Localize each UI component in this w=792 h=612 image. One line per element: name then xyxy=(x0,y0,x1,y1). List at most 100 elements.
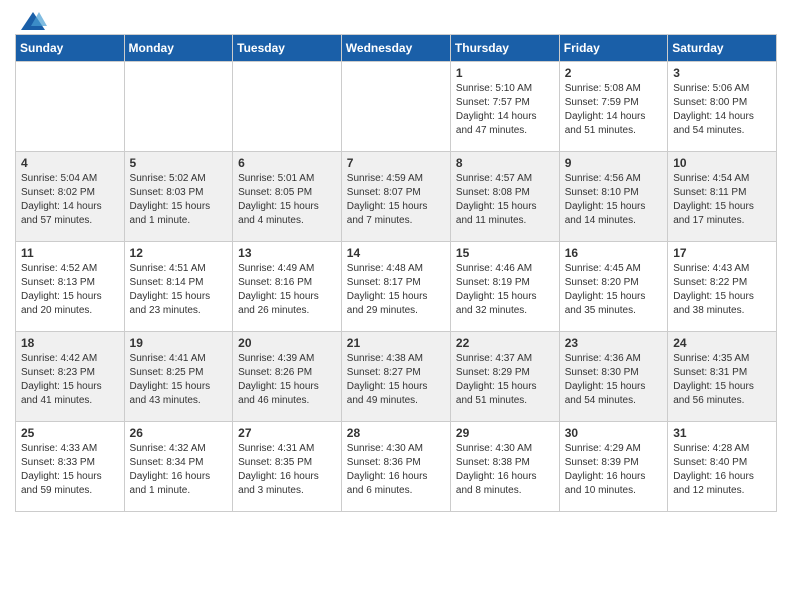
calendar-cell: 3 Sunrise: 5:06 AM Sunset: 8:00 PM Daylig… xyxy=(668,62,777,152)
cell-info: Sunrise: 4:28 AM Sunset: 8:40 PM Dayligh… xyxy=(673,442,771,498)
weekday-header-monday: Monday xyxy=(124,35,233,62)
cell-day-number: 27 xyxy=(238,426,336,440)
calendar-cell xyxy=(233,62,342,152)
cell-day-number: 18 xyxy=(21,336,119,350)
cell-info: Sunrise: 4:52 AM Sunset: 8:13 PM Dayligh… xyxy=(21,262,119,318)
cell-day-number: 10 xyxy=(673,156,771,170)
calendar-table: SundayMondayTuesdayWednesdayThursdayFrid… xyxy=(15,34,777,512)
calendar-cell: 22 Sunrise: 4:37 AM Sunset: 8:29 PM Dayli… xyxy=(450,332,559,422)
cell-info: Sunrise: 4:41 AM Sunset: 8:25 PM Dayligh… xyxy=(130,352,228,408)
calendar-cell: 24Sunrise: 4:35 AM Sunset: 8:31 PM Dayli… xyxy=(668,332,777,422)
cell-info: Sunrise: 5:08 AM Sunset: 7:59 PM Dayligh… xyxy=(565,82,662,138)
calendar-cell: 18Sunrise: 4:42 AM Sunset: 8:23 PM Dayli… xyxy=(16,332,125,422)
cell-day-number: 23 xyxy=(565,336,662,350)
cell-day-number: 5 xyxy=(130,156,228,170)
calendar-cell: 29 Sunrise: 4:30 AM Sunset: 8:38 PM Dayli… xyxy=(450,422,559,512)
cell-day-number: 21 xyxy=(347,336,445,350)
calendar-cell: 16 Sunrise: 4:45 AM Sunset: 8:20 PM Dayli… xyxy=(559,242,667,332)
calendar-cell: 7 Sunrise: 4:59 AM Sunset: 8:07 PM Daylig… xyxy=(341,152,450,242)
calendar-cell: 23 Sunrise: 4:36 AM Sunset: 8:30 PM Dayli… xyxy=(559,332,667,422)
weekday-header-wednesday: Wednesday xyxy=(341,35,450,62)
calendar-cell: 10 Sunrise: 4:54 AM Sunset: 8:11 PM Dayli… xyxy=(668,152,777,242)
calendar-cell xyxy=(16,62,125,152)
calendar-cell xyxy=(124,62,233,152)
cell-day-number: 29 xyxy=(456,426,554,440)
cell-info: Sunrise: 4:37 AM Sunset: 8:29 PM Dayligh… xyxy=(456,352,554,408)
cell-info: Sunrise: 4:48 AM Sunset: 8:17 PM Dayligh… xyxy=(347,262,445,318)
cell-day-number: 4 xyxy=(21,156,119,170)
cell-day-number: 6 xyxy=(238,156,336,170)
cell-day-number: 8 xyxy=(456,156,554,170)
cell-info: Sunrise: 4:35 AM Sunset: 8:31 PM Dayligh… xyxy=(673,352,771,408)
calendar-cell: 21Sunrise: 4:38 AM Sunset: 8:27 PM Dayli… xyxy=(341,332,450,422)
calendar-cell: 2Sunrise: 5:08 AM Sunset: 7:59 PM Daylig… xyxy=(559,62,667,152)
calendar-cell: 26 Sunrise: 4:32 AM Sunset: 8:34 PM Dayli… xyxy=(124,422,233,512)
cell-info: Sunrise: 5:02 AM Sunset: 8:03 PM Dayligh… xyxy=(130,172,228,228)
calendar-cell: 28 Sunrise: 4:30 AM Sunset: 8:36 PM Dayli… xyxy=(341,422,450,512)
calendar-cell: 27Sunrise: 4:31 AM Sunset: 8:35 PM Dayli… xyxy=(233,422,342,512)
cell-day-number: 28 xyxy=(347,426,445,440)
calendar-week-row: 11 Sunrise: 4:52 AM Sunset: 8:13 PM Dayli… xyxy=(16,242,777,332)
cell-info: Sunrise: 4:32 AM Sunset: 8:34 PM Dayligh… xyxy=(130,442,228,498)
cell-day-number: 30 xyxy=(565,426,662,440)
calendar-cell: 9 Sunrise: 4:56 AM Sunset: 8:10 PM Daylig… xyxy=(559,152,667,242)
cell-day-number: 13 xyxy=(238,246,336,260)
calendar-cell: 1Sunrise: 5:10 AM Sunset: 7:57 PM Daylig… xyxy=(450,62,559,152)
cell-info: Sunrise: 4:43 AM Sunset: 8:22 PM Dayligh… xyxy=(673,262,771,318)
calendar-cell: 6 Sunrise: 5:01 AM Sunset: 8:05 PM Daylig… xyxy=(233,152,342,242)
cell-info: Sunrise: 4:54 AM Sunset: 8:11 PM Dayligh… xyxy=(673,172,771,228)
calendar-cell: 25 Sunrise: 4:33 AM Sunset: 8:33 PM Dayli… xyxy=(16,422,125,512)
logo xyxy=(15,10,47,28)
cell-info: Sunrise: 5:06 AM Sunset: 8:00 PM Dayligh… xyxy=(673,82,771,138)
calendar-cell: 30Sunrise: 4:29 AM Sunset: 8:39 PM Dayli… xyxy=(559,422,667,512)
cell-info: Sunrise: 4:57 AM Sunset: 8:08 PM Dayligh… xyxy=(456,172,554,228)
cell-day-number: 25 xyxy=(21,426,119,440)
cell-info: Sunrise: 5:01 AM Sunset: 8:05 PM Dayligh… xyxy=(238,172,336,228)
cell-info: Sunrise: 5:10 AM Sunset: 7:57 PM Dayligh… xyxy=(456,82,554,138)
calendar-week-row: 25 Sunrise: 4:33 AM Sunset: 8:33 PM Dayli… xyxy=(16,422,777,512)
weekday-header-sunday: Sunday xyxy=(16,35,125,62)
calendar-week-row: 18Sunrise: 4:42 AM Sunset: 8:23 PM Dayli… xyxy=(16,332,777,422)
cell-info: Sunrise: 4:39 AM Sunset: 8:26 PM Dayligh… xyxy=(238,352,336,408)
calendar-cell: 31 Sunrise: 4:28 AM Sunset: 8:40 PM Dayli… xyxy=(668,422,777,512)
cell-info: Sunrise: 4:46 AM Sunset: 8:19 PM Dayligh… xyxy=(456,262,554,318)
cell-day-number: 31 xyxy=(673,426,771,440)
cell-info: Sunrise: 4:49 AM Sunset: 8:16 PM Dayligh… xyxy=(238,262,336,318)
cell-day-number: 11 xyxy=(21,246,119,260)
cell-info: Sunrise: 4:33 AM Sunset: 8:33 PM Dayligh… xyxy=(21,442,119,498)
calendar-cell: 5 Sunrise: 5:02 AM Sunset: 8:03 PM Daylig… xyxy=(124,152,233,242)
cell-info: Sunrise: 4:59 AM Sunset: 8:07 PM Dayligh… xyxy=(347,172,445,228)
calendar-cell: 11 Sunrise: 4:52 AM Sunset: 8:13 PM Dayli… xyxy=(16,242,125,332)
cell-info: Sunrise: 4:51 AM Sunset: 8:14 PM Dayligh… xyxy=(130,262,228,318)
calendar-cell: 20 Sunrise: 4:39 AM Sunset: 8:26 PM Dayli… xyxy=(233,332,342,422)
header xyxy=(15,10,777,28)
calendar-cell: 4 Sunrise: 5:04 AM Sunset: 8:02 PM Daylig… xyxy=(16,152,125,242)
cell-day-number: 3 xyxy=(673,66,771,80)
calendar-cell: 19Sunrise: 4:41 AM Sunset: 8:25 PM Dayli… xyxy=(124,332,233,422)
cell-day-number: 26 xyxy=(130,426,228,440)
calendar-cell: 8 Sunrise: 4:57 AM Sunset: 8:08 PM Daylig… xyxy=(450,152,559,242)
cell-day-number: 9 xyxy=(565,156,662,170)
cell-info: Sunrise: 5:04 AM Sunset: 8:02 PM Dayligh… xyxy=(21,172,119,228)
calendar-cell: 15Sunrise: 4:46 AM Sunset: 8:19 PM Dayli… xyxy=(450,242,559,332)
cell-day-number: 12 xyxy=(130,246,228,260)
calendar-cell xyxy=(341,62,450,152)
weekday-header-thursday: Thursday xyxy=(450,35,559,62)
cell-info: Sunrise: 4:36 AM Sunset: 8:30 PM Dayligh… xyxy=(565,352,662,408)
cell-info: Sunrise: 4:30 AM Sunset: 8:38 PM Dayligh… xyxy=(456,442,554,498)
cell-day-number: 20 xyxy=(238,336,336,350)
weekday-header-tuesday: Tuesday xyxy=(233,35,342,62)
cell-info: Sunrise: 4:56 AM Sunset: 8:10 PM Dayligh… xyxy=(565,172,662,228)
calendar-cell: 12 Sunrise: 4:51 AM Sunset: 8:14 PM Dayli… xyxy=(124,242,233,332)
cell-day-number: 16 xyxy=(565,246,662,260)
calendar-week-row: 1Sunrise: 5:10 AM Sunset: 7:57 PM Daylig… xyxy=(16,62,777,152)
calendar-cell: 14Sunrise: 4:48 AM Sunset: 8:17 PM Dayli… xyxy=(341,242,450,332)
cell-info: Sunrise: 4:30 AM Sunset: 8:36 PM Dayligh… xyxy=(347,442,445,498)
calendar-cell: 17Sunrise: 4:43 AM Sunset: 8:22 PM Dayli… xyxy=(668,242,777,332)
cell-day-number: 7 xyxy=(347,156,445,170)
calendar-cell: 13 Sunrise: 4:49 AM Sunset: 8:16 PM Dayli… xyxy=(233,242,342,332)
cell-day-number: 22 xyxy=(456,336,554,350)
weekday-header-friday: Friday xyxy=(559,35,667,62)
calendar-header-row: SundayMondayTuesdayWednesdayThursdayFrid… xyxy=(16,35,777,62)
cell-info: Sunrise: 4:45 AM Sunset: 8:20 PM Dayligh… xyxy=(565,262,662,318)
